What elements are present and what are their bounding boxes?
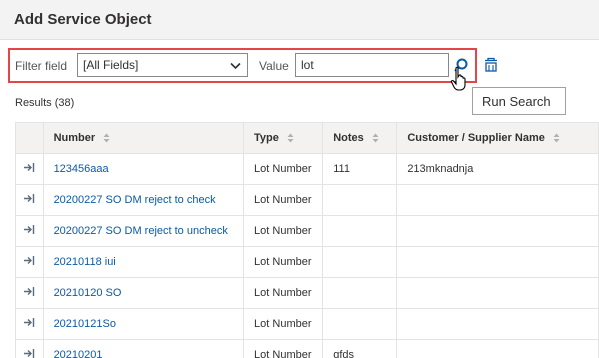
cell-notes: 111: [322, 153, 398, 185]
arrow-to-right-icon[interactable]: [23, 317, 35, 328]
select-row-button[interactable]: [15, 277, 44, 309]
select-row-button[interactable]: [15, 246, 44, 278]
hand-cursor-icon: [450, 66, 466, 91]
cell-type: Lot Number: [243, 277, 324, 309]
cell-notes: [322, 277, 398, 309]
table-row[interactable]: 20200227 SO DM reject to uncheck Lot Num…: [15, 215, 599, 247]
header-type[interactable]: Type: [243, 122, 324, 154]
cell-type: Lot Number: [243, 215, 324, 247]
number-link[interactable]: 20210118 iui: [54, 256, 116, 268]
dialog-title: Add Service Object: [14, 11, 152, 28]
filter-field-select[interactable]: [All Fields]: [77, 53, 248, 77]
cell-number[interactable]: 20200227 SO DM reject to uncheck: [42, 215, 245, 247]
sort-icon[interactable]: [287, 133, 294, 143]
cell-notes: [322, 308, 398, 340]
arrow-to-right-icon[interactable]: [23, 286, 35, 297]
select-row-button[interactable]: [15, 184, 44, 216]
value-input[interactable]: lot: [295, 53, 449, 77]
cell-customer: [396, 277, 599, 309]
cell-notes: gfds: [322, 339, 398, 358]
table-header-row: Number Type Notes Customer / Supplier Na…: [15, 122, 599, 154]
cell-type: Lot Number: [243, 339, 324, 358]
cell-number[interactable]: 20210118 iui: [42, 246, 245, 278]
cell-type: Lot Number: [243, 246, 324, 278]
value-label: Value: [259, 59, 289, 73]
table-row[interactable]: 20210201 Lot Number gfds: [15, 339, 599, 358]
dialog-header: Add Service Object: [0, 0, 599, 40]
table-row[interactable]: 20210118 iui Lot Number: [15, 246, 599, 278]
sort-icon[interactable]: [103, 133, 110, 143]
results-count: Results (38): [15, 97, 75, 109]
arrow-to-right-icon[interactable]: [23, 348, 35, 358]
filter-field-label: Filter field: [15, 59, 68, 73]
cell-customer: [396, 215, 599, 247]
arrow-to-right-icon[interactable]: [23, 193, 35, 204]
cell-number[interactable]: 20210121So: [42, 308, 245, 340]
cell-number[interactable]: 123456aaa: [42, 153, 245, 185]
header-number[interactable]: Number: [42, 122, 245, 154]
header-notes[interactable]: Notes: [322, 122, 398, 154]
number-link[interactable]: 20210120 SO: [54, 287, 122, 299]
clear-filter-icon[interactable]: [483, 57, 499, 73]
cell-notes: [322, 184, 398, 216]
cell-type: Lot Number: [243, 153, 324, 185]
sort-icon[interactable]: [372, 133, 379, 143]
cell-type: Lot Number: [243, 308, 324, 340]
filter-bar: Filter field [All Fields] Value lot: [8, 48, 477, 83]
cell-number[interactable]: 20200227 SO DM reject to check: [42, 184, 245, 216]
sort-icon[interactable]: [553, 133, 560, 143]
number-link[interactable]: 20210121So: [54, 318, 116, 330]
arrow-to-right-icon[interactable]: [23, 162, 35, 173]
header-select-column: [15, 122, 44, 154]
table-row[interactable]: 20210121So Lot Number: [15, 308, 599, 340]
results-table: Number Type Notes Customer / Supplier Na…: [15, 122, 599, 358]
filter-field-value: [All Fields]: [83, 58, 139, 72]
number-link[interactable]: 20210201: [54, 349, 103, 358]
cell-customer: [396, 246, 599, 278]
arrow-to-right-icon[interactable]: [23, 255, 35, 266]
cell-notes: [322, 246, 398, 278]
cell-customer: [396, 308, 599, 340]
number-link[interactable]: 20200227 SO DM reject to uncheck: [54, 225, 228, 237]
cell-notes: [322, 215, 398, 247]
cell-type: Lot Number: [243, 184, 324, 216]
select-row-button[interactable]: [15, 215, 44, 247]
cell-number[interactable]: 20210120 SO: [42, 277, 245, 309]
number-link[interactable]: 123456aaa: [54, 163, 109, 175]
select-row-button[interactable]: [15, 339, 44, 358]
arrow-to-right-icon[interactable]: [23, 224, 35, 235]
table-row[interactable]: 20210120 SO Lot Number: [15, 277, 599, 309]
select-row-button[interactable]: [15, 153, 44, 185]
cell-customer: 213mknadnja: [396, 153, 599, 185]
table-row[interactable]: 20200227 SO DM reject to check Lot Numbe…: [15, 184, 599, 216]
cell-number[interactable]: 20210201: [42, 339, 245, 358]
cell-customer: [396, 184, 599, 216]
select-row-button[interactable]: [15, 308, 44, 340]
header-customer-supplier-name[interactable]: Customer / Supplier Name: [396, 122, 599, 154]
chevron-down-icon: [230, 62, 241, 70]
cell-customer: [396, 339, 599, 358]
number-link[interactable]: 20200227 SO DM reject to check: [54, 194, 216, 206]
run-search-tooltip: Run Search: [472, 87, 566, 115]
table-row[interactable]: 123456aaa Lot Number 111 213mknadnja: [15, 153, 599, 185]
